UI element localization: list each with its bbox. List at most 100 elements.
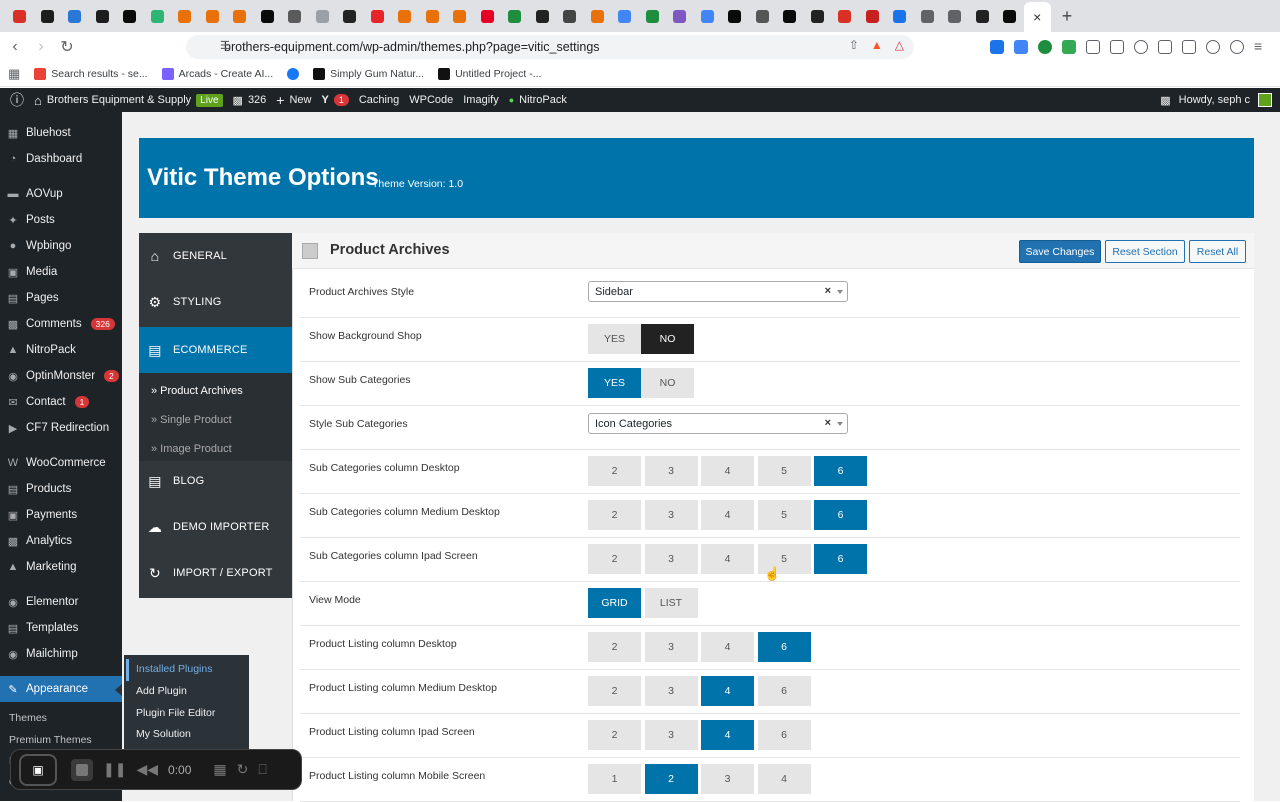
bookmark-item[interactable]: Simply Gum Natur... <box>313 68 424 80</box>
submenu-premium-themes[interactable]: Premium Themes <box>9 734 92 746</box>
browser-tab[interactable] <box>446 0 474 32</box>
new-content-link[interactable]: + New <box>276 88 311 112</box>
sidebar-item-analytics[interactable]: ▩ Analytics <box>0 528 122 554</box>
option-button[interactable]: 2 <box>644 764 698 794</box>
browser-tab[interactable] <box>281 0 309 32</box>
new-tab-icon[interactable]: + <box>1055 6 1079 27</box>
sidebar-item-templates[interactable]: ▤ Templates <box>0 615 122 641</box>
wpcode-link[interactable]: WPCode <box>409 88 453 112</box>
sidebar-item-payments[interactable]: ▣ Payments <box>0 502 122 528</box>
option-button[interactable]: 4 <box>701 456 754 486</box>
share-icon[interactable]: ⇧ <box>849 38 859 52</box>
chevron-down-icon[interactable] <box>837 422 843 426</box>
option-button[interactable]: 3 <box>644 456 698 486</box>
sidebar-item-pages[interactable]: ▤ Pages <box>0 285 122 311</box>
theme-nav-ecommerce[interactable]: ▤ ECOMMERCE <box>139 327 292 373</box>
flyout-installed-plugins[interactable]: Installed Plugins <box>136 663 212 675</box>
leo-icon[interactable] <box>1206 40 1220 54</box>
browser-tab[interactable] <box>61 0 89 32</box>
sidebar-item-posts[interactable]: ✦ Posts <box>0 207 122 233</box>
stop-button[interactable] <box>71 758 93 781</box>
back-icon[interactable]: ‹ <box>4 38 26 56</box>
sidebar-item-appearance[interactable]: ✎ Appearance <box>0 676 122 702</box>
sidebar-item-wpbingo[interactable]: ● Wpbingo <box>0 233 122 259</box>
close-tab-icon[interactable]: × <box>1033 9 1041 25</box>
extension-icon[interactable] <box>990 40 1004 54</box>
reload-icon[interactable]: ↻ <box>56 37 78 57</box>
imagify-link[interactable]: Imagify <box>463 88 498 112</box>
rewind-icon[interactable]: ◀◀ <box>136 761 158 778</box>
option-button[interactable]: YES <box>588 324 641 354</box>
brave-rewards-icon[interactable]: △ <box>895 38 904 52</box>
option-button[interactable]: 4 <box>701 720 754 750</box>
brave-shield-icon[interactable]: ▲ <box>871 38 883 52</box>
option-button[interactable]: 3 <box>644 500 698 530</box>
sidebar-icon[interactable] <box>1158 40 1172 54</box>
chevron-down-icon[interactable] <box>837 290 843 294</box>
menu-icon[interactable]: ≡ <box>1254 39 1268 54</box>
browser-tab[interactable] <box>199 0 227 32</box>
browser-tab[interactable] <box>226 0 254 32</box>
option-button[interactable]: 6 <box>814 544 867 574</box>
music-icon[interactable] <box>1134 40 1148 54</box>
nitropack-link[interactable]: ● NitroPack <box>509 88 567 112</box>
sidebar-item-mailchimp[interactable]: ◉ Mailchimp <box>0 641 122 667</box>
sidebar-item-aovup[interactable]: ▬ AOVup <box>0 181 122 207</box>
option-button[interactable]: 4 <box>701 544 754 574</box>
trash-icon[interactable]: ⎕ <box>258 761 266 778</box>
browser-tab[interactable] <box>89 0 117 32</box>
flyout-my-solution[interactable]: My Solution <box>136 728 191 740</box>
browser-tab[interactable] <box>391 0 419 32</box>
option-button[interactable]: LIST <box>644 588 698 618</box>
option-button[interactable]: 3 <box>644 720 698 750</box>
clear-icon[interactable]: × <box>825 417 831 429</box>
flyout-add-plugin[interactable]: Add Plugin <box>136 685 187 697</box>
browser-tab[interactable] <box>419 0 447 32</box>
puzzle-icon[interactable] <box>1086 40 1100 54</box>
option-button[interactable]: 3 <box>701 764 754 794</box>
theme-nav-general[interactable]: ⌂ GENERAL <box>139 233 292 279</box>
browser-tab[interactable] <box>859 0 887 32</box>
extension-icon[interactable] <box>1110 40 1124 54</box>
browser-tab[interactable] <box>996 0 1024 32</box>
option-button[interactable]: 2 <box>588 456 641 486</box>
browser-tab-active[interactable]: × <box>1023 2 1051 32</box>
caching-link[interactable]: Caching <box>359 88 399 112</box>
yoast-link[interactable]: Y 1 <box>322 88 349 112</box>
option-button[interactable]: 2 <box>588 676 641 706</box>
bookmark-item[interactable]: Arcads - Create AI... <box>161 68 273 80</box>
address-bar[interactable]: ☰ brothers-equipment.com/wp-admin/themes… <box>186 35 914 59</box>
browser-tab[interactable] <box>501 0 529 32</box>
option-button[interactable]: NO <box>641 368 694 398</box>
option-button[interactable]: 4 <box>757 764 811 794</box>
sidebar-item-elementor[interactable]: ◉ Elementor <box>0 589 122 615</box>
browser-tab[interactable] <box>666 0 694 32</box>
chat-icon[interactable]: ▩ <box>1160 94 1170 107</box>
grid-icon[interactable]: ▦ <box>213 761 226 778</box>
subnav-product-archives[interactable]: » Product Archives <box>151 385 243 397</box>
browser-tab[interactable] <box>721 0 749 32</box>
browser-tab[interactable] <box>969 0 997 32</box>
option-button[interactable]: GRID <box>588 588 641 618</box>
browser-tab[interactable] <box>584 0 612 32</box>
browser-tab[interactable] <box>116 0 144 32</box>
account-area[interactable]: ▩ Howdy, seph c <box>1160 88 1272 112</box>
sidebar-item-contact[interactable]: ✉ Contact 1 <box>0 389 122 415</box>
option-button[interactable]: 4 <box>701 500 754 530</box>
apps-grid-icon[interactable]: ▦ <box>8 66 20 82</box>
reset-all-button[interactable]: Reset All <box>1189 240 1246 263</box>
clear-icon[interactable]: × <box>825 285 831 297</box>
browser-tab[interactable] <box>6 0 34 32</box>
browser-tab[interactable] <box>34 0 62 32</box>
reset-section-button[interactable]: Reset Section <box>1105 240 1185 263</box>
browser-tab[interactable] <box>309 0 337 32</box>
sidebar-item-products[interactable]: ▤ Products <box>0 476 122 502</box>
sidebar-item-woocommerce[interactable]: W WooCommerce <box>0 450 122 476</box>
subnav-single-product[interactable]: » Single Product <box>151 414 232 426</box>
browser-tab[interactable] <box>474 0 502 32</box>
bookmark-item[interactable]: Search results - se... <box>34 68 148 80</box>
camera-icon[interactable]: ▣ <box>19 753 57 786</box>
sidebar-item-bluehost[interactable]: ▦ Bluehost <box>0 120 122 146</box>
option-button[interactable]: 3 <box>644 544 698 574</box>
option-button[interactable]: 4 <box>701 632 754 662</box>
